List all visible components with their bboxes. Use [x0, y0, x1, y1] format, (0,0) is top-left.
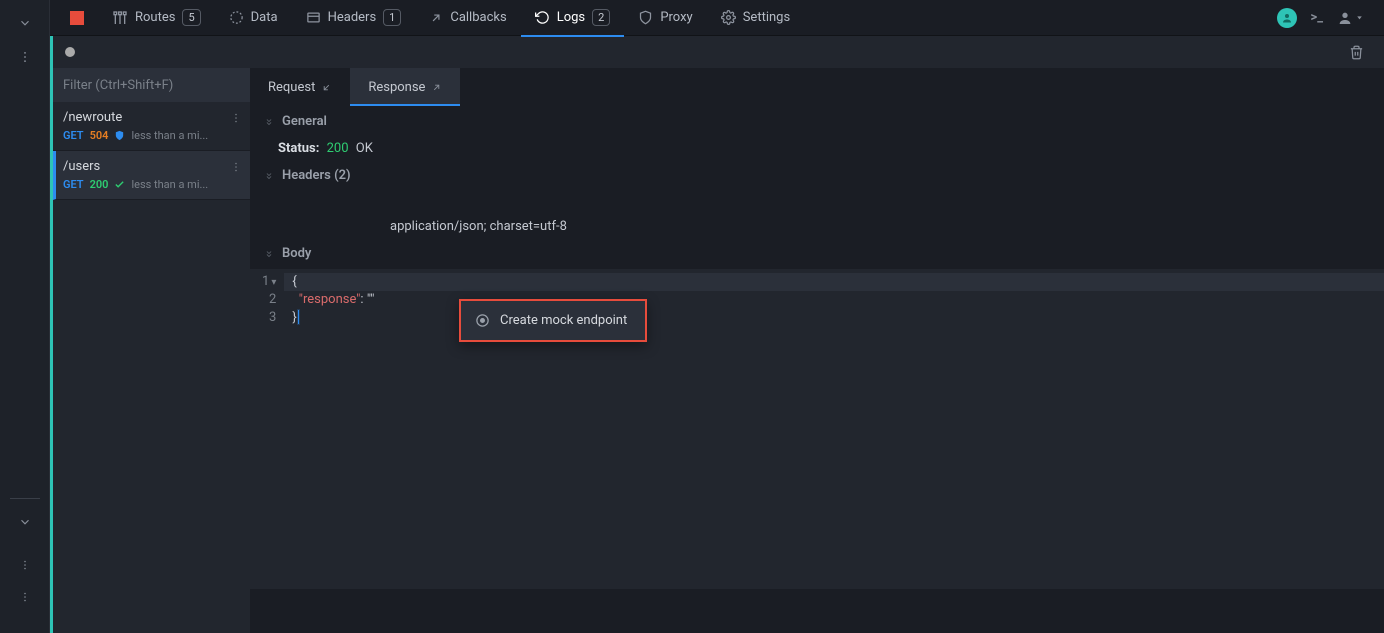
context-create-mock[interactable]: Create mock endpoint	[461, 307, 645, 334]
user-avatar[interactable]	[1277, 8, 1297, 28]
log-item-menu-icon[interactable]	[230, 112, 242, 124]
logs-list-panel: /newroute GET 504 less than a mi... /	[50, 68, 250, 633]
header-content-type: application/json; charset=utf-8	[250, 215, 1384, 238]
log-path: /users	[63, 159, 240, 174]
callbacks-icon	[429, 11, 443, 25]
nav-settings[interactable]: Settings	[707, 0, 804, 36]
nav-callbacks-label: Callbacks	[450, 10, 506, 25]
section-body-header[interactable]: Body	[250, 238, 1384, 269]
subtab-response[interactable]: Response	[350, 68, 460, 106]
env-status-dot-icon	[65, 47, 75, 57]
section-headers-header[interactable]: Headers (2)	[250, 160, 1384, 191]
check-icon	[114, 179, 125, 190]
log-method: GET	[63, 178, 84, 191]
nav-routes-badge: 5	[182, 9, 200, 26]
proxy-icon	[638, 10, 653, 25]
log-item[interactable]: /newroute GET 504 less than a mi...	[53, 102, 250, 151]
status-label: Status:	[278, 141, 319, 156]
nav-headers-badge: 1	[383, 9, 401, 26]
top-navigation: Routes 5 Data Headers 1 Call	[50, 0, 1384, 36]
arrow-out-icon	[431, 82, 442, 93]
log-path: /newroute	[63, 110, 240, 125]
log-time: less than a mi...	[131, 178, 208, 191]
collapse-icon	[264, 117, 274, 127]
collapse-chevron-icon[interactable]	[18, 16, 32, 30]
nav-headers[interactable]: Headers 1	[292, 0, 416, 36]
data-icon	[229, 10, 244, 25]
nav-settings-label: Settings	[743, 10, 790, 25]
section-general-header[interactable]: General	[250, 106, 1384, 137]
bottom-chevron-icon[interactable]	[18, 515, 32, 529]
log-item[interactable]: /users GET 200 less than a mi...	[53, 151, 250, 200]
log-status: 200	[90, 178, 109, 191]
detail-panel: Request Response	[250, 68, 1384, 633]
sidebar-kebab-icon[interactable]	[18, 50, 32, 64]
collapse-icon	[264, 171, 274, 181]
logs-icon	[535, 10, 550, 25]
nav-headers-label: Headers	[328, 10, 377, 25]
nav-callbacks[interactable]: Callbacks	[415, 0, 520, 36]
editor-gutter: 1▾ 2 3	[250, 269, 284, 589]
log-item-menu-icon[interactable]	[230, 161, 242, 173]
terminal-icon[interactable]: >_	[1311, 10, 1324, 25]
nav-proxy-label: Proxy	[660, 10, 692, 25]
clear-logs-button[interactable]	[1349, 45, 1364, 60]
section-headers-title: Headers (2)	[282, 168, 351, 183]
log-method: GET	[63, 129, 84, 142]
subtab-response-label: Response	[368, 80, 425, 95]
headers-icon	[306, 10, 321, 25]
user-menu-dropdown[interactable]	[1337, 10, 1364, 26]
nav-data-label: Data	[251, 10, 278, 25]
status-code: 200	[327, 141, 349, 156]
arrow-in-icon	[321, 82, 332, 93]
filter-input[interactable]	[53, 78, 250, 93]
nav-routes-label: Routes	[135, 10, 175, 25]
log-status: 504	[90, 129, 109, 142]
nav-proxy[interactable]: Proxy	[624, 0, 706, 36]
status-row: Status: 200 OK	[250, 137, 1384, 160]
section-body-title: Body	[282, 246, 311, 261]
create-mock-icon	[475, 313, 490, 328]
stop-server-button[interactable]	[70, 11, 84, 25]
context-create-mock-label: Create mock endpoint	[500, 313, 627, 328]
subtabs: Request Response	[250, 68, 1384, 106]
bottom-kebab-1-icon[interactable]	[19, 559, 31, 571]
routes-icon	[112, 10, 128, 26]
status-text: OK	[356, 141, 373, 156]
filter-bar	[53, 68, 250, 102]
nav-logs[interactable]: Logs 2	[521, 0, 625, 36]
nav-routes[interactable]: Routes 5	[98, 0, 215, 36]
body-editor[interactable]: 1▾ 2 3 { "response": "" }	[250, 269, 1384, 589]
environment-bar	[50, 36, 1384, 68]
collapse-icon	[264, 249, 274, 259]
context-menu: Create mock endpoint	[459, 299, 647, 342]
log-time: less than a mi...	[131, 129, 208, 142]
nav-logs-label: Logs	[557, 10, 585, 25]
editor-code[interactable]: { "response": "" }	[284, 269, 1384, 589]
section-general-title: General	[282, 114, 327, 129]
bottom-kebab-2-icon[interactable]	[19, 591, 31, 603]
shield-icon	[114, 130, 125, 141]
settings-icon	[721, 10, 736, 25]
nav-logs-badge: 2	[592, 9, 610, 26]
nav-data[interactable]: Data	[215, 0, 292, 36]
subtab-request[interactable]: Request	[250, 68, 350, 106]
subtab-request-label: Request	[268, 80, 315, 95]
left-sidebar	[0, 0, 50, 633]
